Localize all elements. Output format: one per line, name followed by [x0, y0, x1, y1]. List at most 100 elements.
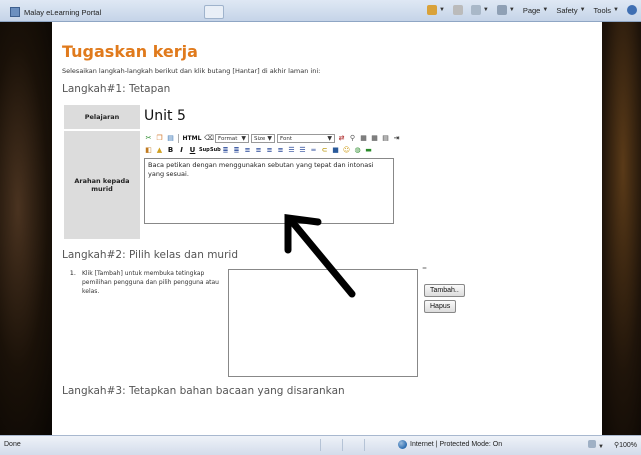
superscript-button[interactable]: Sup	[199, 146, 210, 155]
media-icon[interactable]: ■	[331, 146, 340, 155]
unordered-list-icon[interactable]: ☰	[298, 146, 307, 155]
justify-icon[interactable]: ≡	[276, 146, 285, 155]
browser-tab[interactable]: Malay eLearning Portal	[10, 4, 200, 20]
subject-value: Unit 5	[144, 108, 186, 124]
bold-button[interactable]: B	[166, 146, 175, 155]
feeds-button[interactable]	[452, 5, 463, 15]
zoom-level: 100%	[619, 442, 637, 449]
spellcheck-icon[interactable]: ◍	[353, 146, 362, 155]
copy-icon[interactable]: ❐	[155, 134, 164, 143]
insert-row-icon[interactable]: ▤	[381, 134, 390, 143]
new-tab-button[interactable]	[204, 5, 224, 19]
page-menu[interactable]: Page ▼	[523, 6, 548, 15]
add-button[interactable]: Tambah..	[424, 284, 465, 297]
feeds-icon	[452, 5, 463, 15]
page-instruction: Selesaikan langkah-langkah berikut dan k…	[62, 67, 321, 75]
highlight-icon[interactable]: ▲	[155, 146, 164, 155]
help-icon	[627, 5, 637, 15]
table-icon[interactable]: ▬	[364, 146, 373, 155]
font-select[interactable]: Font ▼	[277, 134, 335, 143]
security-zone[interactable]: Internet | Protected Mode: On	[398, 440, 502, 449]
read-mail-button[interactable]: ▼	[470, 5, 489, 15]
print-button[interactable]: ▼	[496, 5, 515, 15]
chevron-down-icon: ▼	[598, 444, 604, 450]
background-decoration-right	[596, 22, 641, 435]
paste-icon[interactable]: ▤	[166, 134, 175, 143]
step2-item-number: 1.	[69, 269, 76, 277]
chevron-down-icon: ▼	[482, 7, 489, 13]
tools-menu[interactable]: Tools ▼	[594, 6, 619, 15]
insert-column-icon[interactable]: ⇥	[392, 134, 401, 143]
editor-toolbar-row-2: ◧ ▲ B I U Sup Sub ≣ ≣ ≡ ≡ ≡ ≡ ☰ ☰ ═ ⊂ ■ …	[144, 145, 401, 156]
size-select[interactable]: Size ▼	[251, 134, 275, 143]
chevron-down-icon: ▼	[438, 7, 445, 13]
safety-menu[interactable]: Safety ▼	[556, 6, 585, 15]
outdent-icon[interactable]: ≣	[221, 146, 230, 155]
safety-menu-label: Safety	[556, 5, 578, 15]
align-left-icon[interactable]: ≡	[243, 146, 252, 155]
font-select-value: Font	[280, 135, 292, 142]
page-title: Tugaskan kerja	[62, 42, 198, 61]
settings-icon	[588, 440, 597, 448]
help-button[interactable]	[627, 5, 637, 15]
find-replace-icon[interactable]: ⇄	[337, 134, 346, 143]
listbox-marker: =	[422, 265, 428, 272]
chevron-down-icon: ▼	[579, 7, 586, 13]
browser-tab-title: Malay eLearning Portal	[24, 7, 102, 17]
status-pane	[320, 439, 338, 451]
ordered-list-icon[interactable]: ☰	[287, 146, 296, 155]
background-decoration-left	[0, 22, 60, 435]
chevron-down-icon: ▼	[542, 7, 549, 13]
mail-icon	[470, 5, 481, 15]
annotation-arrow-icon	[284, 214, 356, 298]
size-select-value: Size	[254, 135, 266, 142]
cut-icon[interactable]: ✂	[144, 134, 153, 143]
format-select-value: Format	[218, 135, 238, 142]
step3-heading: Langkah#3: Tetapkan bahan bacaan yang di…	[62, 385, 345, 397]
eraser-icon[interactable]: ⌫	[204, 134, 214, 143]
editor-toolbar-row-1: ✂ ❐ ▤ HTML ⌫ Format ▼ Size ▼ Font ▼ ⇄ ⚲ …	[144, 133, 401, 144]
page-favicon-icon	[10, 7, 20, 17]
security-zone-text: Internet | Protected Mode: On	[410, 441, 503, 448]
align-right-icon[interactable]: ≡	[265, 146, 274, 155]
step2-item-text: Klik [Tambah] untuk membuka tetingkap pe…	[82, 270, 219, 295]
image-icon[interactable]: ◧	[144, 146, 153, 155]
step2-buttons: Tambah.. Hapus	[424, 284, 465, 313]
remove-button[interactable]: Hapus	[424, 300, 457, 313]
subscript-button[interactable]: Sub	[210, 146, 221, 155]
instruction-label: Arahan kepada murid	[64, 131, 140, 239]
home-button[interactable]: ▼	[426, 5, 445, 15]
zoom-control[interactable]: ⚲100%	[614, 441, 637, 449]
browser-tab-bar: Malay eLearning Portal ▼ ▼ ▼ Page ▼ Safe…	[0, 0, 641, 22]
html-mode-button[interactable]: HTML	[182, 134, 202, 143]
indent-icon[interactable]: ≣	[232, 146, 241, 155]
chevron-down-icon: ▼	[508, 7, 515, 13]
zone-settings-button[interactable]: ▼	[588, 440, 604, 450]
globe-icon	[398, 440, 407, 449]
printer-icon	[496, 5, 507, 15]
page-menu-label: Page	[522, 5, 541, 15]
rich-text-editor: ✂ ❐ ▤ HTML ⌫ Format ▼ Size ▼ Font ▼ ⇄ ⚲ …	[142, 131, 403, 239]
tree-icon[interactable]: ⚲	[348, 134, 357, 143]
align-center-icon[interactable]: ≡	[254, 146, 263, 155]
page-viewport: Tugaskan kerja Selesaikan langkah-langka…	[0, 22, 641, 435]
status-pane	[364, 439, 382, 451]
smiley-icon[interactable]: ☺	[342, 146, 351, 155]
browser-status-bar: Done Internet | Protected Mode: On ▼ ⚲10…	[0, 435, 641, 455]
command-bar: ▼ ▼ ▼ Page ▼ Safety ▼ Tools ▼	[426, 5, 637, 15]
status-right: ▼ ⚲100%	[588, 440, 637, 450]
italic-button[interactable]: I	[177, 146, 186, 155]
chevron-down-icon: ▼	[267, 135, 272, 142]
insert-table-icon[interactable]: ▦	[359, 134, 368, 143]
link-icon[interactable]: ⊂	[320, 146, 329, 155]
underline-button[interactable]: U	[188, 146, 197, 155]
toolbar-separator	[178, 134, 179, 143]
horizontal-rule-icon[interactable]: ═	[309, 146, 318, 155]
status-pane	[342, 439, 360, 451]
status-panes	[320, 439, 382, 451]
home-icon	[426, 5, 437, 15]
subject-label: Pelajaran	[64, 105, 140, 129]
format-select[interactable]: Format ▼	[215, 134, 249, 143]
table-props-icon[interactable]: ▦	[370, 134, 379, 143]
tools-menu-label: Tools	[593, 5, 612, 15]
